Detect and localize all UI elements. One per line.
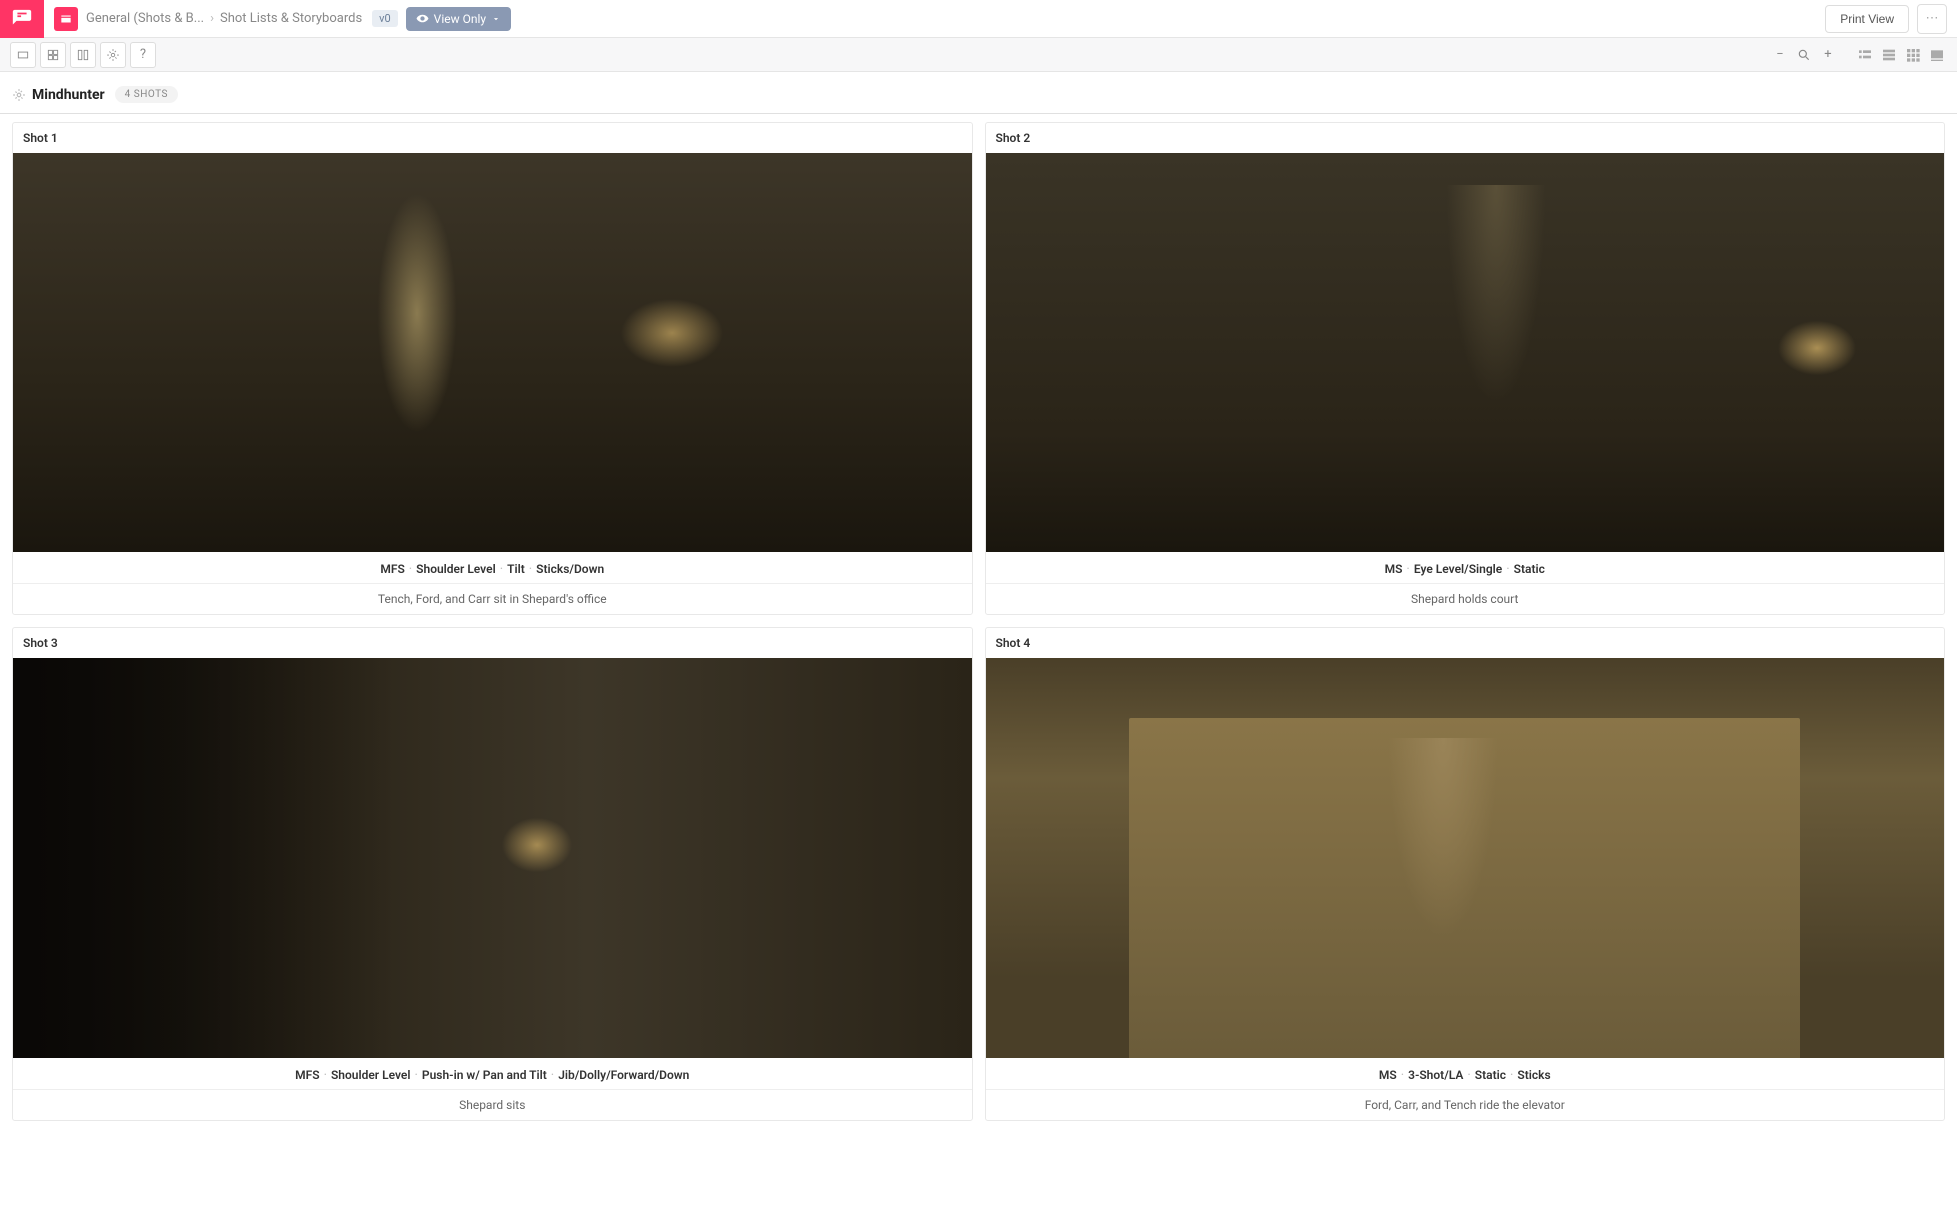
shot-card[interactable]: Shot 1 MFS · Shoulder Level · Tilt · Sticks/Dow… (12, 122, 973, 615)
print-view-button[interactable]: Print View (1825, 5, 1909, 33)
tool-grid-button[interactable] (40, 42, 66, 68)
question-icon: ? (140, 47, 146, 62)
app-logo[interactable] (0, 0, 44, 38)
scene-image (13, 658, 972, 1057)
shot-tag: 3-Shot/LA (1408, 1068, 1463, 1082)
shot-tag: MS (1385, 562, 1403, 576)
zoom-out-button[interactable]: − (1771, 46, 1789, 64)
plus-icon: + (1824, 47, 1831, 62)
eye-icon (416, 12, 429, 25)
minus-icon: − (1776, 47, 1783, 62)
layout-present-button[interactable] (1927, 45, 1947, 65)
page-title: Mindhunter (32, 87, 105, 103)
dot-separator: · (500, 562, 503, 577)
project-icon[interactable] (54, 7, 78, 31)
topbar: General (Shots & B... › Shot Lists & Sto… (0, 0, 1957, 38)
layout-rows-button[interactable] (1879, 45, 1899, 65)
shot-thumbnail[interactable] (13, 153, 972, 552)
scene-image (13, 153, 972, 552)
shot-label: Shot 1 (13, 123, 972, 153)
page-header: Mindhunter 4 SHOTS (0, 72, 1957, 114)
chevron-down-icon (491, 14, 501, 24)
shot-tag: Tilt (507, 562, 525, 576)
shot-thumbnail[interactable] (13, 658, 972, 1057)
tool-settings-button[interactable] (100, 42, 126, 68)
layout-grid-button[interactable] (1903, 45, 1923, 65)
shot-tag: Sticks (1517, 1068, 1550, 1082)
shot-card[interactable]: Shot 3 MFS · Shoulder Level · Push-in w/ Pan … (12, 627, 973, 1120)
dot-separator: · (1510, 1068, 1513, 1083)
shot-tag: Static (1475, 1068, 1506, 1082)
grid-icon (46, 48, 60, 62)
shot-thumbnail[interactable] (986, 153, 1945, 552)
shot-tag: MFS (295, 1068, 319, 1082)
shot-description: Tench, Ford, and Carr sit in Shepard's o… (13, 584, 972, 614)
ellipsis-icon: ⋯ (1926, 11, 1939, 26)
version-badge[interactable]: v0 (372, 10, 398, 27)
dot-separator: · (415, 1068, 418, 1083)
chat-icon (11, 8, 33, 30)
shot-description: Shepard sits (13, 1090, 972, 1120)
layout-list-button[interactable] (1855, 45, 1875, 65)
shot-tag: Shoulder Level (416, 562, 496, 576)
zoom-fit-button[interactable] (1795, 46, 1813, 64)
gear-icon (106, 48, 120, 62)
view-mode-button[interactable]: View Only (406, 7, 511, 31)
view-mode-label: View Only (434, 12, 486, 26)
shot-thumbnail[interactable] (986, 658, 1945, 1057)
dot-separator: · (324, 1068, 327, 1083)
tool-help-button[interactable]: ? (130, 42, 156, 68)
shot-count-badge: 4 SHOTS (115, 86, 178, 103)
breadcrumb: General (Shots & B... › Shot Lists & Sto… (86, 10, 398, 27)
shot-label: Shot 3 (13, 628, 972, 658)
shot-tag: Eye Level/Single (1414, 562, 1502, 576)
breadcrumb-item-1[interactable]: Shot Lists & Storyboards (220, 11, 362, 26)
shot-card[interactable]: Shot 4 MS · 3-Shot/LA · Static · Sticks Ford, Ca… (985, 627, 1946, 1120)
rectangle-icon (16, 48, 30, 62)
tool-aspect-button[interactable] (10, 42, 36, 68)
dot-separator: · (1406, 562, 1409, 577)
breadcrumb-item-0[interactable]: General (Shots & B... (86, 11, 204, 26)
shot-meta: MFS · Shoulder Level · Tilt · Sticks/Down (13, 552, 972, 584)
zoom-in-button[interactable]: + (1819, 46, 1837, 64)
screen-icon (1929, 47, 1945, 63)
zoom-controls: − + (1771, 46, 1837, 64)
dot-separator: · (409, 562, 412, 577)
dot-separator: · (1506, 562, 1509, 577)
shot-description: Ford, Carr, and Tench ride the elevator (986, 1090, 1945, 1120)
dot-separator: · (1467, 1068, 1470, 1083)
shot-meta: MS · 3-Shot/LA · Static · Sticks (986, 1058, 1945, 1090)
toolbar: ? − + (0, 38, 1957, 72)
tiles-icon (1905, 47, 1921, 63)
shot-tag: Shoulder Level (331, 1068, 411, 1082)
layout-controls (1855, 45, 1947, 65)
list-icon (1857, 47, 1873, 63)
scene-image (986, 153, 1945, 552)
shot-label: Shot 4 (986, 628, 1945, 658)
shot-tag: MS (1379, 1068, 1397, 1082)
page-gear-icon[interactable] (12, 88, 26, 102)
shots-grid: Shot 1 MFS · Shoulder Level · Tilt · Sticks/Dow… (0, 122, 1957, 1141)
shot-meta: MS·Eye Level/Single·Static (986, 552, 1945, 584)
shot-meta: MFS · Shoulder Level · Push-in w/ Pan and Ti… (13, 1058, 972, 1090)
columns-icon (76, 48, 90, 62)
more-menu-button[interactable]: ⋯ (1917, 4, 1947, 34)
scene-image (986, 658, 1945, 1057)
magnifier-icon (1797, 48, 1811, 62)
shot-tag: Sticks/Down (536, 562, 604, 576)
shot-label: Shot 2 (986, 123, 1945, 153)
tool-columns-button[interactable] (70, 42, 96, 68)
dot-separator: · (1401, 1068, 1404, 1083)
shot-tag: MFS (380, 562, 404, 576)
shot-card[interactable]: Shot 2MS·Eye Level/Single·StaticShepard … (985, 122, 1946, 615)
rows-icon (1881, 47, 1897, 63)
breadcrumb-separator: › (210, 11, 214, 26)
dot-separator: · (529, 562, 532, 577)
dot-separator: · (551, 1068, 554, 1083)
clapper-icon (59, 12, 73, 26)
shot-tag: Push-in w/ Pan and Tilt (422, 1068, 547, 1082)
shot-tag: Jib/Dolly/Forward/Down (558, 1068, 689, 1082)
shot-description: Shepard holds court (986, 584, 1945, 614)
shot-tag: Static (1514, 562, 1545, 576)
